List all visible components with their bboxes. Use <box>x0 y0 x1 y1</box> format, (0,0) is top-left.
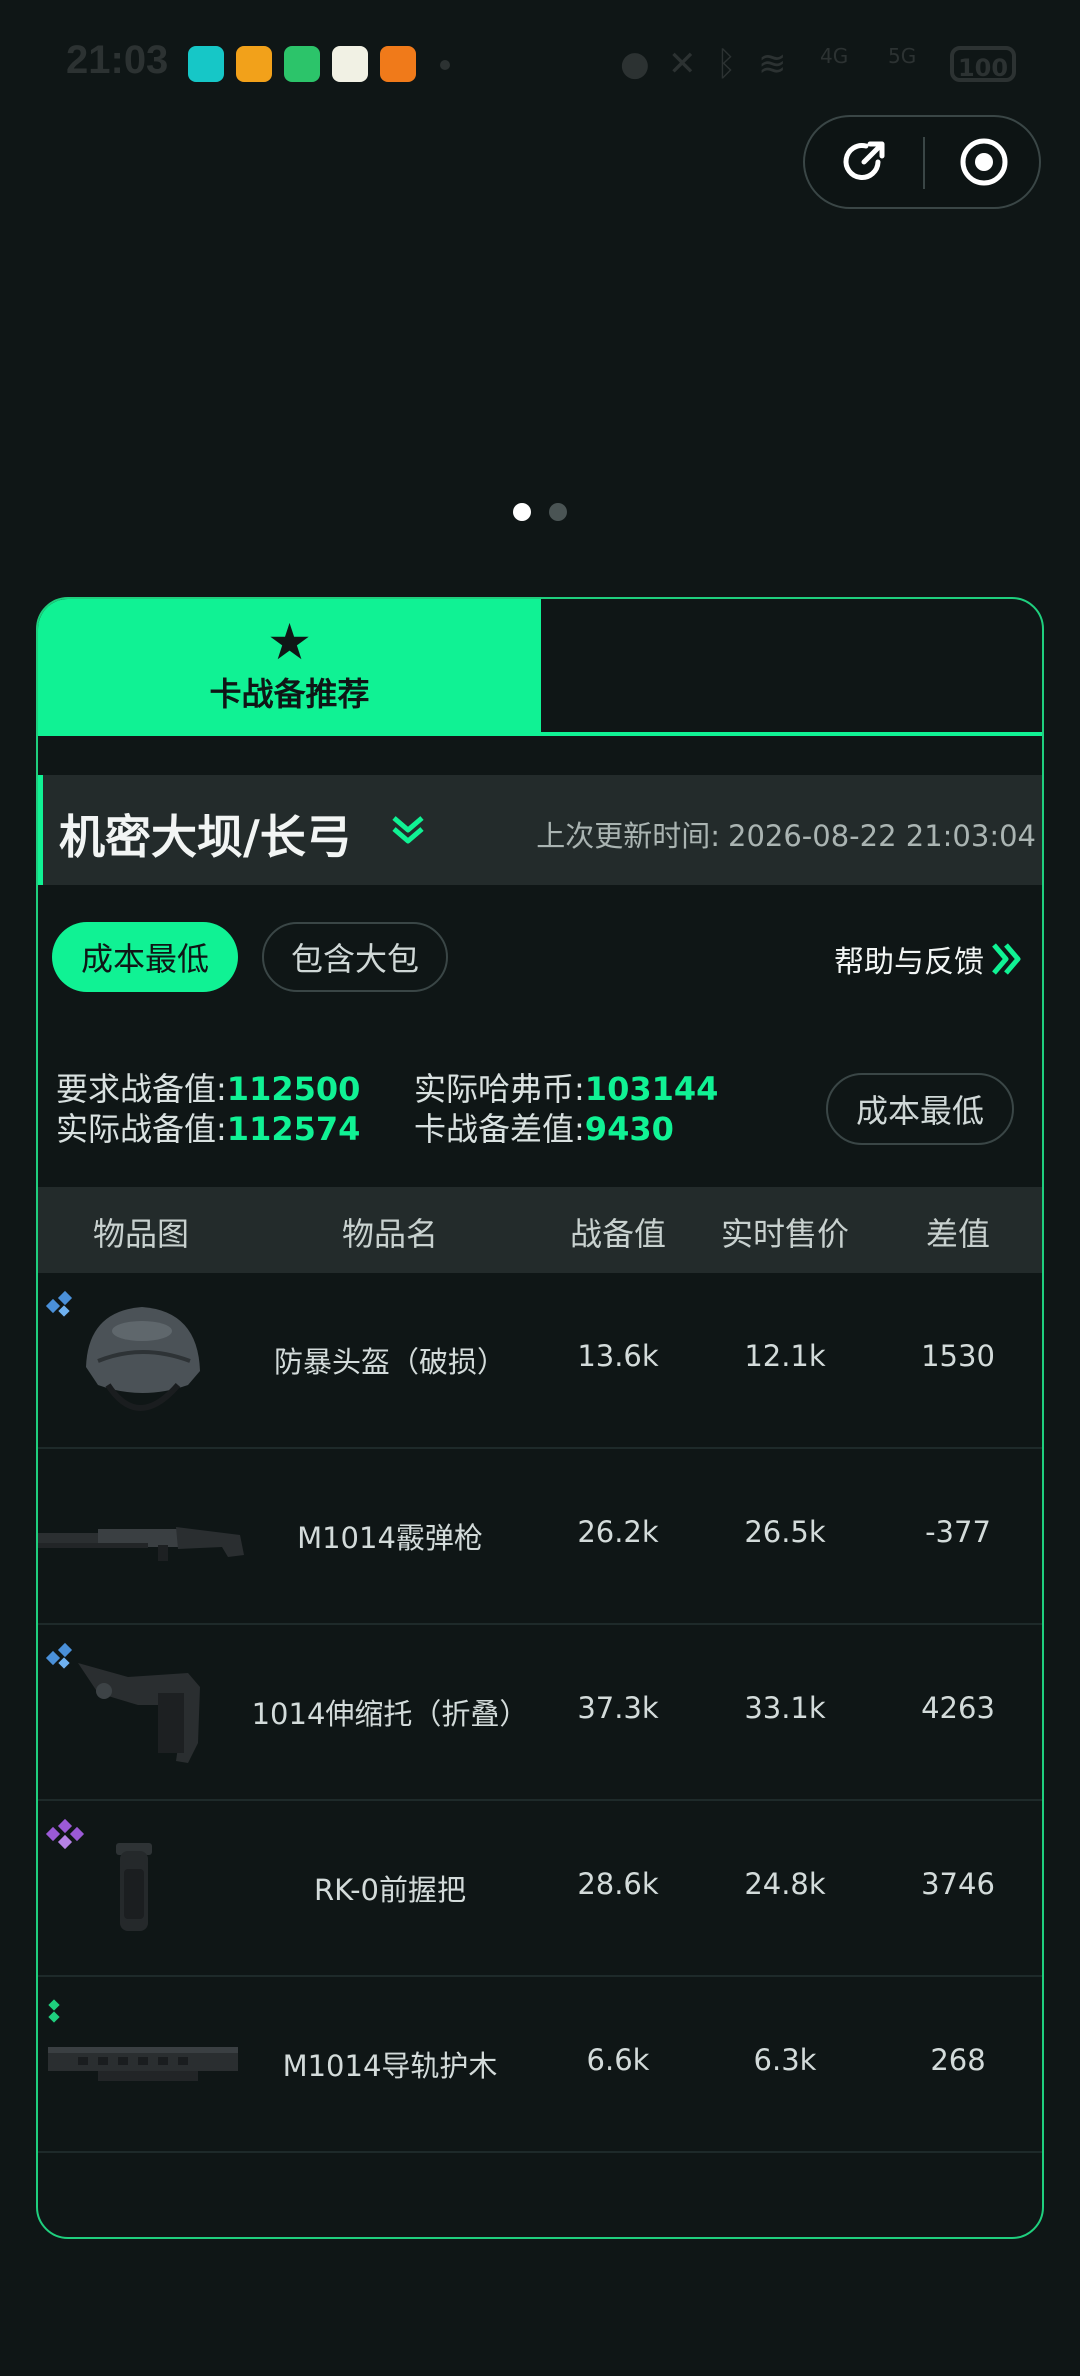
item-value: 26.2k <box>577 1515 659 1549</box>
item-name: RK-0前握把 <box>313 1873 467 1907</box>
tap-icon <box>188 46 224 82</box>
record-icon <box>960 138 1008 186</box>
double-chevron-right-icon <box>992 943 1021 975</box>
item-name: 防暴头盔（破损） <box>273 1345 506 1379</box>
item-price: 24.8k <box>744 1867 826 1901</box>
record-button[interactable] <box>925 117 1043 207</box>
help-label: 帮助与反馈 <box>834 945 984 980</box>
pager-dot[interactable] <box>549 503 567 521</box>
update-time: 上次更新时间: 2026-08-22 21:03:04 <box>536 813 1036 855</box>
share-button[interactable] <box>805 117 923 207</box>
star-icon: ★ <box>267 613 312 671</box>
item-diff: 3746 <box>921 1867 995 1901</box>
item-diff: 4263 <box>921 1691 995 1725</box>
mute-icon: ✕ <box>668 44 697 84</box>
helmet-image <box>45 1290 200 1411</box>
item-diff: 1530 <box>921 1339 995 1373</box>
map-selector[interactable]: 机密大坝/长弓 上次更新时间: 2026-08-22 21:03:04 <box>38 775 1042 885</box>
diff-label: 卡战备差值: <box>414 1110 585 1148</box>
shotgun-image <box>38 1527 244 1561</box>
tab-underline <box>38 732 1042 736</box>
header-name: 物品名 <box>341 1215 438 1253</box>
status-bar: 21:03 ● ✕ ᛒ ≋ 4G 5G 100 <box>0 0 1080 130</box>
rarity-blue-icon <box>45 1642 73 1669</box>
battery-indicator: 100 <box>950 46 1016 82</box>
help-feedback-link[interactable]: 帮助与反馈 <box>834 937 1024 981</box>
required-value-row: 要求战备值:112500 <box>56 1069 360 1109</box>
status-time: 21:03 <box>66 38 169 82</box>
notification-dot <box>440 60 450 70</box>
filter-include-bag[interactable]: 包含大包 <box>262 922 448 992</box>
grip-image <box>45 1818 152 1931</box>
actual-value-row: 实际战备值:112574 <box>56 1109 360 1149</box>
table-row[interactable]: RK-0前握把 28.6k 24.8k 3746 <box>38 1801 1042 1977</box>
item-value: 28.6k <box>577 1867 659 1901</box>
stats-right: 实际哈弗币:103144 卡战备差值:9430 <box>414 1069 718 1149</box>
signal-4g-icon: 4G <box>820 44 849 68</box>
item-diff: -377 <box>925 1515 991 1549</box>
item-price: 6.3k <box>753 2043 817 2077</box>
diff-row: 卡战备差值:9430 <box>414 1109 718 1149</box>
rarity-blue-icon <box>45 1290 73 1317</box>
handguard-image <box>48 1999 238 2081</box>
wifi-icon: ≋ <box>758 44 787 84</box>
tab-label: 卡战备推荐 <box>209 675 370 713</box>
video-app-icon <box>332 46 368 82</box>
coins-row: 实际哈弗币:103144 <box>414 1069 718 1109</box>
table-row[interactable]: M1014霰弹枪 26.2k 26.5k -377 <box>38 1449 1042 1625</box>
diff-value: 9430 <box>584 1110 674 1148</box>
stats-left: 要求战备值:112500 实际战备值:112574 <box>56 1069 360 1149</box>
drop-icon: ● <box>620 44 650 84</box>
required-label: 要求战备值: <box>56 1070 227 1108</box>
table-row[interactable]: 防暴头盔（破损） 13.6k 12.1k 1530 <box>38 1273 1042 1449</box>
update-value: 2026-08-22 21:03:04 <box>728 819 1036 853</box>
item-name: M1014霰弹枪 <box>297 1521 483 1555</box>
item-price: 33.1k <box>744 1691 826 1725</box>
table-row[interactable]: M1014导轨护木 6.6k 6.3k 268 <box>38 1977 1042 2153</box>
signal-5g-icon: 5G <box>888 44 917 68</box>
map-name: 机密大坝/长弓 <box>59 810 352 864</box>
item-value: 13.6k <box>577 1339 659 1373</box>
item-name: M1014导轨护木 <box>282 2049 498 2083</box>
item-price: 26.5k <box>744 1515 826 1549</box>
filter-lowest-cost[interactable]: 成本最低 <box>52 922 238 992</box>
item-diff: 268 <box>930 2043 986 2077</box>
rarity-purple-icon <box>45 1818 85 1850</box>
miniprogram-capsule <box>803 115 1041 209</box>
battery-saver-icon <box>284 46 320 82</box>
orange-app-icon <box>380 46 416 82</box>
tab-recommend[interactable]: ★ 卡战备推荐 <box>38 599 541 735</box>
required-value: 112500 <box>226 1070 361 1108</box>
stock-image <box>45 1642 200 1763</box>
header-diff: 差值 <box>925 1215 990 1253</box>
item-price: 12.1k <box>744 1339 826 1373</box>
actual-label: 实际战备值: <box>56 1110 227 1148</box>
pager-dot-active[interactable] <box>513 503 531 521</box>
update-label: 上次更新时间: <box>536 819 720 853</box>
share-icon <box>843 141 885 180</box>
table-row[interactable]: 1014伸缩托（折叠） 37.3k 33.1k 4263 <box>38 1625 1042 1801</box>
header-image: 物品图 <box>92 1215 189 1253</box>
app-icon-yellow <box>236 46 272 82</box>
coins-value: 103144 <box>584 1070 719 1108</box>
table-header: 物品图 物品名 战备值 实时售价 差值 <box>38 1187 1042 1273</box>
header-value: 战备值 <box>569 1215 666 1253</box>
item-name: 1014伸缩托（折叠） <box>251 1697 529 1731</box>
item-value: 37.3k <box>577 1691 659 1725</box>
actual-value: 112574 <box>226 1110 361 1148</box>
double-chevron-down-icon[interactable] <box>391 815 425 845</box>
recommend-card: ★ 卡战备推荐 机密大坝/长弓 上次更新时间: 2026-08-22 21:03:… <box>36 597 1044 2239</box>
item-value: 6.6k <box>586 2043 650 2077</box>
coins-label: 实际哈弗币: <box>414 1070 585 1108</box>
bluetooth-icon: ᛒ <box>716 44 737 84</box>
rarity-green-icon <box>48 1999 60 2023</box>
sort-lowest-cost-button[interactable]: 成本最低 <box>826 1073 1014 1145</box>
header-price: 实时售价 <box>720 1215 849 1253</box>
